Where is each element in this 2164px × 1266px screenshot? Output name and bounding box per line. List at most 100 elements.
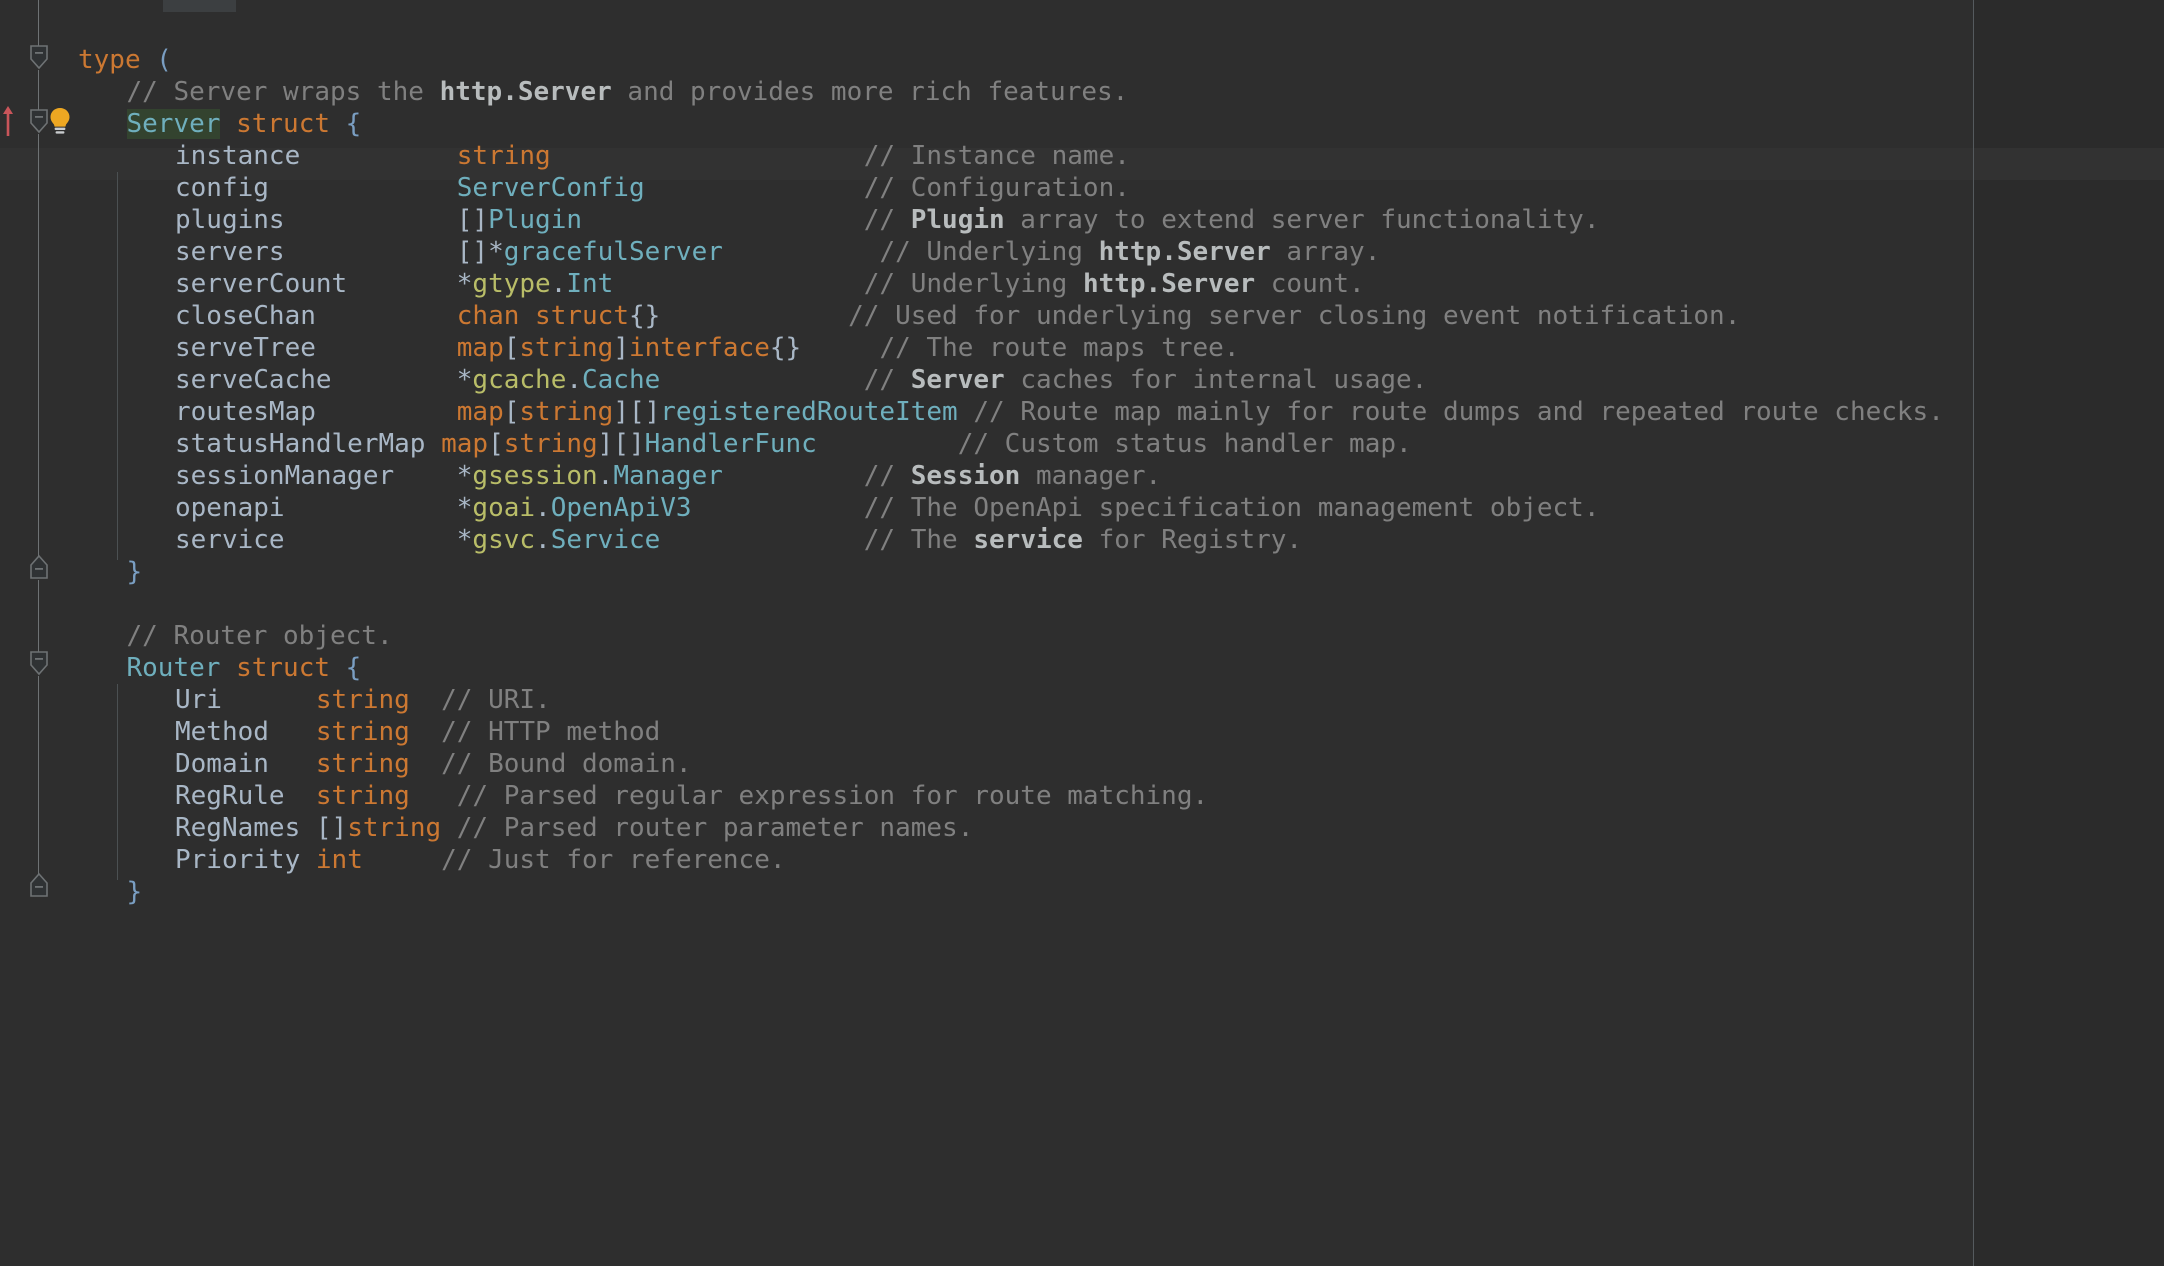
code-token: plugins	[175, 205, 457, 235]
code-token: string	[503, 429, 598, 459]
code-line[interactable]: // Server wraps the http.Server and prov…	[0, 76, 2164, 108]
code-token: caches for internal usage.	[1004, 365, 1428, 395]
code-token: closeChan	[175, 301, 457, 331]
code-token: array to extend server functionality.	[1004, 205, 1600, 235]
code-token: // Parsed router parameter names.	[456, 813, 974, 843]
code-token: Server	[126, 109, 221, 139]
code-token: RegNames	[175, 813, 316, 843]
code-line[interactable]	[0, 588, 2164, 620]
code-line-text: serverCount *gtype.Int // Underlying htt…	[175, 268, 1365, 300]
code-token: http.Server	[439, 77, 612, 107]
code-token: for Registry.	[1082, 525, 1303, 555]
code-line-text: // Server wraps the http.Server and prov…	[127, 76, 1129, 108]
code-token: .	[566, 365, 582, 395]
code-line[interactable]: closeChan chan struct{} // Used for unde…	[0, 300, 2164, 332]
code-line[interactable]: type (	[0, 44, 2164, 76]
code-line-text: instance string // Instance name.	[175, 140, 1130, 172]
code-token: *	[456, 365, 473, 395]
code-line-text: closeChan chan struct{} // Used for unde…	[175, 300, 1740, 332]
code-token: array.	[1270, 237, 1381, 267]
code-editor[interactable]: type (// Server wraps the http.Server an…	[0, 0, 2164, 1266]
code-token: // Server wraps the	[126, 77, 440, 107]
code-line-text: }	[127, 876, 143, 908]
code-line[interactable]: serveTree map[string]interface{} // The …	[0, 332, 2164, 364]
code-token: gsvc	[472, 525, 536, 555]
code-line-text: RegNames []string // Parsed router param…	[175, 812, 973, 844]
code-token: HandlerFunc	[644, 429, 817, 459]
code-line[interactable]: routesMap map[string][]registeredRouteIt…	[0, 396, 2164, 428]
code-line-text: config ServerConfig // Configuration.	[175, 172, 1130, 204]
code-line[interactable]: Method string // HTTP method	[0, 716, 2164, 748]
code-token: // URI.	[441, 685, 551, 715]
code-token: map	[456, 333, 504, 363]
code-token: // Route map mainly for route dumps and …	[973, 397, 1944, 427]
code-line[interactable]: sessionManager *gsession.Manager // Sess…	[0, 460, 2164, 492]
code-line[interactable]: servers []*gracefulServer // Underlying …	[0, 236, 2164, 268]
code-token: statusHandlerMap	[175, 429, 442, 459]
code-line[interactable]: serveCache *gcache.Cache // Server cache…	[0, 364, 2164, 396]
code-token: // The route maps tree.	[879, 333, 1240, 363]
code-line[interactable]: }	[0, 876, 2164, 908]
code-token: Uri	[175, 685, 316, 715]
code-line[interactable]: instance string // Instance name.	[0, 140, 2164, 172]
code-line[interactable]: // Router object.	[0, 620, 2164, 652]
code-token: (	[156, 45, 172, 75]
code-line[interactable]: RegNames []string // Parsed router param…	[0, 812, 2164, 844]
code-token: .	[535, 525, 551, 555]
code-token: Session	[910, 461, 1021, 491]
code-line[interactable]: statusHandlerMap map[string][]HandlerFun…	[0, 428, 2164, 460]
code-line-text: serveTree map[string]interface{} // The …	[175, 332, 1239, 364]
code-line-text: }	[127, 556, 143, 588]
code-line[interactable]: Router struct {	[0, 652, 2164, 684]
code-token: *	[456, 493, 473, 523]
code-line[interactable]: Domain string // Bound domain.	[0, 748, 2164, 780]
code-line[interactable]: Server struct {	[0, 108, 2164, 140]
code-line[interactable]: openapi *goai.OpenApiV3 // The OpenApi s…	[0, 492, 2164, 524]
code-token: ][]	[597, 429, 645, 459]
code-token: openapi	[175, 493, 457, 523]
code-line-text: Server struct {	[126, 108, 361, 140]
code-token: registeredRouteItem	[660, 397, 958, 427]
code-line[interactable]: RegRule string // Parsed regular express…	[0, 780, 2164, 812]
code-token: string	[347, 813, 442, 843]
code-token: .	[535, 493, 551, 523]
code-token: Server	[910, 365, 1005, 395]
code-token: instance	[175, 141, 457, 171]
code-token: gtype	[472, 269, 551, 299]
code-line[interactable]: config ServerConfig // Configuration.	[0, 172, 2164, 204]
code-token: ]	[613, 333, 629, 363]
code-token: // The	[863, 525, 974, 555]
code-line[interactable]: serverCount *gtype.Int // Underlying htt…	[0, 268, 2164, 300]
code-line[interactable]: service *gsvc.Service // The service for…	[0, 524, 2164, 556]
code-token: map	[441, 429, 489, 459]
code-line[interactable]: }	[0, 556, 2164, 588]
code-token: string	[456, 141, 551, 171]
code-token: // Used for underlying server closing ev…	[848, 301, 1741, 331]
code-token: // Underlying	[863, 269, 1083, 299]
code-line[interactable]: Uri string // URI.	[0, 684, 2164, 716]
code-token: struct	[236, 653, 330, 683]
code-line[interactable]: plugins []Plugin // Plugin array to exte…	[0, 204, 2164, 236]
code-token: int	[315, 845, 363, 875]
code-token: serveCache	[175, 365, 457, 395]
code-content[interactable]: type (// Server wraps the http.Server an…	[0, 0, 2164, 1266]
code-token: //	[863, 461, 911, 491]
code-token: *	[456, 525, 473, 555]
code-line[interactable]: Priority int // Just for reference.	[0, 844, 2164, 876]
code-token: Service	[550, 525, 661, 555]
code-token: http.Server	[1082, 269, 1256, 299]
code-token: goai	[472, 493, 536, 523]
code-token: interface	[628, 333, 770, 363]
code-token: gracefulServer	[503, 237, 723, 267]
code-token: struct	[236, 109, 330, 139]
code-token: // HTTP method	[441, 717, 661, 747]
code-token: Domain	[175, 749, 316, 779]
